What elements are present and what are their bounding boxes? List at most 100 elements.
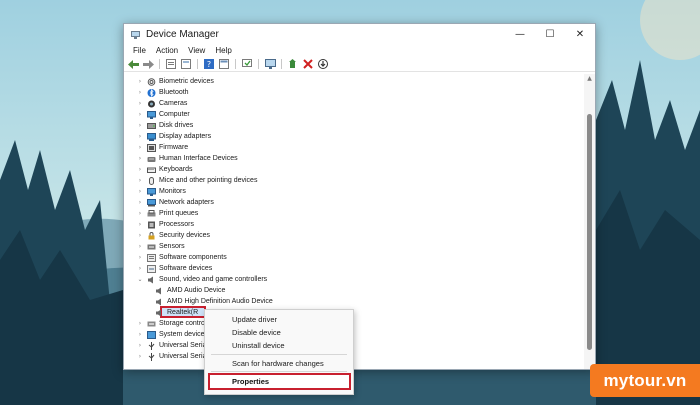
tree-item-amd-audio-device[interactable]: AMD Audio Device (152, 285, 225, 296)
back-arrow-icon[interactable] (127, 58, 139, 70)
tree-item-label: Disk drives (159, 122, 194, 129)
menu-view[interactable]: View (183, 44, 210, 57)
menu-properties[interactable]: Properties (208, 373, 351, 390)
chevron-right-icon[interactable]: › (136, 133, 144, 140)
chevron-right-icon[interactable]: › (136, 199, 144, 206)
help-icon[interactable]: ? (203, 58, 215, 70)
tree-item-cameras[interactable]: › Cameras (136, 98, 187, 109)
chevron-right-icon[interactable]: › (136, 254, 144, 261)
toolbar-separator (281, 59, 282, 69)
close-button[interactable]: ✕ (565, 24, 595, 44)
tree-item-sensors[interactable]: › Sensors (136, 241, 185, 252)
menu-uninstall-device[interactable]: Uninstall device (205, 339, 353, 352)
tree-item-label: Storage contro (159, 320, 205, 327)
tree-item-storage-controllers[interactable]: › Storage contro (136, 318, 205, 329)
menu-help[interactable]: Help (210, 44, 236, 57)
tree-item-label: Computer (159, 111, 190, 118)
speaker-icon (155, 298, 164, 306)
tree-item-bluetooth[interactable]: › Bluetooth (136, 87, 189, 98)
chevron-right-icon[interactable]: › (136, 111, 144, 118)
monitor-icon (147, 187, 156, 196)
bluetooth-icon (147, 88, 156, 97)
chevron-right-icon[interactable]: › (136, 78, 144, 85)
chevron-right-icon[interactable]: › (136, 265, 144, 272)
menu-action[interactable]: Action (151, 44, 183, 57)
security-icon (147, 231, 156, 240)
tree-item-disk-drives[interactable]: › Disk drives (136, 120, 193, 131)
toolbar: ? (124, 57, 595, 72)
printer-icon (147, 209, 156, 218)
monitor-icon[interactable] (264, 58, 276, 70)
scan-icon[interactable] (241, 58, 253, 70)
tree-item-label: Processors (159, 221, 195, 228)
usb-icon (147, 352, 156, 361)
tree-item-firmware[interactable]: › Firmware (136, 142, 188, 153)
minimize-button[interactable]: — (505, 24, 535, 44)
uninstall-x-icon[interactable] (302, 58, 314, 70)
chevron-right-icon[interactable]: › (136, 100, 144, 107)
chevron-right-icon[interactable]: › (136, 320, 144, 327)
tree-item-usb-2[interactable]: › Universal Serial (136, 351, 208, 362)
chevron-right-icon[interactable]: › (136, 155, 144, 162)
chevron-right-icon[interactable]: › (136, 144, 144, 151)
download-icon[interactable] (317, 58, 329, 70)
tree-item-system-devices[interactable]: › System devices (136, 329, 208, 340)
chevron-right-icon[interactable]: › (136, 353, 144, 360)
view-icon[interactable] (180, 58, 192, 70)
toolbar-separator (235, 59, 236, 69)
tree-item-monitors[interactable]: › Monitors (136, 186, 186, 197)
speaker-icon (147, 276, 156, 284)
tree-item-label: AMD High Definition Audio Device (167, 298, 273, 305)
chevron-right-icon[interactable]: › (136, 342, 144, 349)
tree-item-human-interface-devices[interactable]: › Human Interface Devices (136, 153, 238, 164)
chevron-right-icon[interactable]: › (136, 243, 144, 250)
chevron-right-icon[interactable]: › (136, 331, 144, 338)
camera-icon (147, 100, 156, 108)
tree-item-computer[interactable]: › Computer (136, 109, 190, 120)
scroll-up-icon[interactable]: ▲ (584, 74, 595, 84)
fingerprint-icon (147, 77, 156, 86)
scrollbar-thumb[interactable] (587, 114, 592, 350)
tree-item-processors[interactable]: › Processors (136, 219, 194, 230)
chevron-down-icon[interactable]: ⌄ (136, 276, 144, 283)
tree-item-keyboards[interactable]: › Keyboards (136, 164, 193, 175)
vertical-scrollbar[interactable]: ▲ (584, 74, 595, 369)
chevron-right-icon[interactable]: › (136, 177, 144, 184)
tree-item-network-adapters[interactable]: › Network adapters (136, 197, 214, 208)
tree-item-realtek-selected[interactable]: Realtek(R (152, 307, 198, 318)
menu-file[interactable]: File (128, 44, 151, 57)
tree-item-display-adapters[interactable]: › Display adapters (136, 131, 211, 142)
title-bar[interactable]: Device Manager — ☐ ✕ (124, 24, 595, 44)
tree-item-security-devices[interactable]: › Security devices (136, 230, 210, 241)
menu-scan-hardware[interactable]: Scan for hardware changes (205, 357, 353, 370)
tree-item-sound-video-game-controllers[interactable]: ⌄ Sound, video and game controllers (136, 274, 267, 285)
menu-disable-device[interactable]: Disable device (205, 326, 353, 339)
storage-icon (147, 320, 156, 328)
chevron-right-icon[interactable]: › (136, 122, 144, 129)
properties-icon[interactable] (165, 58, 177, 70)
toolbar-separator (159, 59, 160, 69)
forward-arrow-icon[interactable] (142, 58, 154, 70)
usb-icon (147, 341, 156, 350)
chevron-right-icon[interactable]: › (136, 221, 144, 228)
update-driver-icon[interactable] (287, 58, 299, 70)
tree-item-biometric-devices[interactable]: › Biometric devices (136, 76, 214, 87)
menu-update-driver[interactable]: Update driver (205, 313, 353, 326)
software-component-icon (147, 253, 156, 262)
menu-bar: File Action View Help (124, 44, 595, 57)
tree-item-mice[interactable]: › Mice and other pointing devices (136, 175, 257, 186)
tree-item-print-queues[interactable]: › Print queues (136, 208, 198, 219)
tree-item-label: Realtek(R (167, 309, 199, 316)
chevron-right-icon[interactable]: › (136, 89, 144, 96)
tree-item-software-devices[interactable]: › Software devices (136, 263, 212, 274)
chevron-right-icon[interactable]: › (136, 232, 144, 239)
maximize-button[interactable]: ☐ (535, 24, 565, 44)
tree-item-software-components[interactable]: › Software components (136, 252, 227, 263)
chevron-right-icon[interactable]: › (136, 166, 144, 173)
tree-item-label: Monitors (159, 188, 186, 195)
chevron-right-icon[interactable]: › (136, 210, 144, 217)
devices-view-icon[interactable] (218, 58, 230, 70)
chevron-right-icon[interactable]: › (136, 188, 144, 195)
tree-item-usb-1[interactable]: › Universal Serial (136, 340, 208, 351)
display-adapter-icon (147, 132, 156, 141)
